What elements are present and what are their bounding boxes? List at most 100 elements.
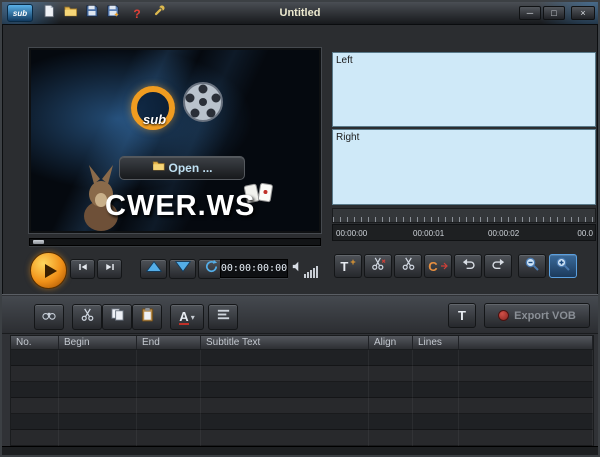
paste-button[interactable]: [132, 304, 162, 330]
app-icon[interactable]: sub: [7, 4, 33, 22]
volume-control[interactable]: [292, 260, 322, 278]
app-window: sub ? Untitled ─ □ × su: [0, 0, 600, 457]
next-frame-button[interactable]: [97, 259, 122, 279]
speaker-icon: [292, 260, 303, 278]
table-row[interactable]: [11, 398, 593, 414]
chevron-down-icon: ▾: [191, 313, 195, 322]
split-subtitle-button[interactable]: [394, 254, 422, 278]
export-vob-button[interactable]: Export VOB: [484, 303, 590, 328]
subtitle-toolbar: A ▾ T Export VOB: [2, 296, 598, 334]
clear-arrow-icon: [440, 257, 448, 275]
up-arrow-icon: [145, 260, 163, 278]
time-tick: 00:00:00: [336, 229, 367, 238]
app-logo: sub: [123, 76, 233, 136]
binoculars-icon: [41, 307, 57, 327]
volume-bar: [304, 274, 306, 278]
undo-button[interactable]: [454, 254, 482, 278]
app-icon-label: sub: [13, 9, 27, 18]
seek-thumb[interactable]: [33, 240, 44, 244]
clear-button[interactable]: C: [424, 254, 452, 278]
column-header-no: No.: [11, 336, 59, 349]
add-text-icon: T: [340, 259, 348, 274]
clipboard-icon: [140, 307, 155, 327]
align-button[interactable]: [208, 304, 238, 330]
subtitle-section: A ▾ T Export VOB No. Begin End Subtitle …: [2, 294, 598, 457]
new-file-icon: [42, 4, 56, 23]
undo-icon: [461, 256, 476, 276]
text-style-icon: T: [458, 308, 466, 323]
volume-bar: [307, 272, 309, 278]
right-channel-label: Right: [336, 132, 359, 143]
play-button[interactable]: [30, 252, 67, 289]
text-style-button[interactable]: T: [448, 303, 476, 328]
record-dot-icon: [498, 310, 509, 321]
cut-button[interactable]: [72, 304, 102, 330]
time-tick: 00.0: [577, 229, 593, 238]
save-as-button[interactable]: [104, 6, 122, 21]
column-header-begin: Begin: [59, 336, 137, 349]
move-down-button[interactable]: [169, 259, 196, 279]
subtitle-table: [10, 350, 594, 447]
time-tick: 00:00:02: [488, 229, 519, 238]
wrench-icon: [152, 4, 166, 23]
close-icon: ×: [580, 8, 585, 18]
column-header-lines: Lines: [413, 336, 459, 349]
table-row[interactable]: [11, 414, 593, 430]
timeline-labels: 00:00:00 00:00:01 00:00:02 00.0: [332, 224, 596, 241]
move-up-button[interactable]: [140, 259, 167, 279]
font-icon: A: [179, 310, 188, 325]
copy-icon: [110, 307, 125, 327]
minimize-icon: ─: [527, 8, 533, 18]
seek-slider[interactable]: [29, 238, 321, 246]
timeline-ruler[interactable]: [332, 208, 596, 223]
waveform-right-channel[interactable]: Right: [332, 129, 596, 205]
open-file-button[interactable]: [61, 6, 79, 21]
maximize-icon: □: [551, 8, 556, 18]
maximize-button[interactable]: □: [543, 6, 565, 20]
time-display: 00:00:00:00: [220, 259, 288, 278]
table-row[interactable]: [11, 350, 593, 366]
zoom-in-button[interactable]: [549, 254, 577, 278]
open-video-button[interactable]: Open ...: [119, 156, 245, 180]
table-row[interactable]: [11, 366, 593, 382]
help-icon: ?: [133, 7, 140, 21]
floppy-icon: [85, 4, 99, 23]
column-header-spacer: [459, 336, 593, 349]
new-button[interactable]: [40, 6, 58, 21]
scissors-icon: [80, 307, 95, 327]
table-row[interactable]: [11, 382, 593, 398]
column-header-align: Align: [369, 336, 413, 349]
watermark-text: CWER.WS: [105, 190, 255, 223]
volume-bar: [316, 266, 318, 278]
scissors-x-icon: [371, 256, 386, 276]
time-tick: 00:00:01: [413, 229, 444, 238]
copy-button[interactable]: [102, 304, 132, 330]
help-button[interactable]: ?: [129, 6, 145, 21]
folder-icon: [151, 159, 166, 177]
add-subtitle-button[interactable]: T +: [334, 254, 362, 278]
redo-icon: [491, 256, 506, 276]
open-button-label: Open ...: [168, 161, 212, 175]
previous-frame-icon: [76, 260, 90, 278]
table-row[interactable]: [11, 430, 593, 446]
close-button[interactable]: ×: [571, 6, 595, 20]
waveform-left-channel[interactable]: Left: [332, 52, 596, 127]
video-preview: sub Open ... CWER.WS: [29, 48, 321, 233]
titlebar: sub ? Untitled ─ □ ×: [2, 2, 598, 25]
export-label: Export VOB: [514, 310, 576, 322]
zoom-out-icon: [524, 256, 540, 277]
redo-button[interactable]: [484, 254, 512, 278]
scissors-icon: [401, 256, 416, 276]
logo-text: sub: [143, 112, 166, 127]
down-arrow-icon: [174, 260, 192, 278]
delete-subtitle-button[interactable]: [364, 254, 392, 278]
left-channel-label: Left: [336, 55, 353, 66]
settings-button[interactable]: [150, 6, 168, 21]
minimize-button[interactable]: ─: [519, 6, 541, 20]
previous-frame-button[interactable]: [70, 259, 95, 279]
film-reel-icon: [181, 80, 225, 129]
find-button[interactable]: [34, 304, 64, 330]
save-button[interactable]: [83, 6, 101, 21]
font-button[interactable]: A ▾: [170, 304, 204, 330]
zoom-out-button[interactable]: [518, 254, 546, 278]
